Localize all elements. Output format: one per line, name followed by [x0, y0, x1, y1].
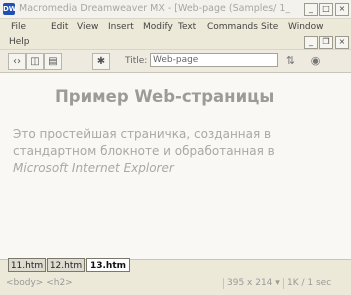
tab-11-htm[interactable]: 11.htm — [8, 258, 46, 272]
tab-13-htm[interactable]: 13.htm * — [86, 258, 130, 285]
document-tabs: 11.htm 12.htm 13.htm * — [0, 258, 351, 285]
doc-close-button[interactable]: × — [335, 36, 349, 49]
doc-restore-button[interactable]: ❐ — [319, 36, 333, 49]
menu-window[interactable]: Window — [288, 22, 324, 33]
file-management-icon[interactable]: ⇅ — [283, 54, 298, 68]
tab-12-htm[interactable]: 12.htm — [47, 258, 85, 272]
menu-site[interactable]: Site — [261, 22, 278, 33]
live-data-icon[interactable]: ✱ — [92, 53, 110, 70]
menu-help[interactable]: Help — [9, 37, 30, 48]
document-toolbar: ‹› ◫ ▤ ✱ Title: ⇅ ◉ — [0, 49, 351, 73]
menu-view[interactable]: View — [77, 22, 98, 33]
split-view-icon[interactable]: ◫ — [26, 53, 44, 70]
menu-text[interactable]: Text — [178, 22, 196, 33]
page-paragraph: Это простейшая страничка, созданная в ст… — [13, 126, 333, 177]
window-title: Macromedia Dreamweaver MX - [Web-page (S… — [19, 3, 291, 14]
page-title-input[interactable] — [150, 53, 278, 67]
tag-selector[interactable]: <body> <h2> — [6, 278, 73, 288]
menu-commands[interactable]: Commands — [207, 22, 258, 33]
dreamweaver-icon: DW — [3, 3, 17, 15]
paragraph-italic-text: Microsoft Internet Explorer — [13, 161, 174, 175]
maximize-button[interactable]: □ — [319, 3, 333, 16]
download-stats: 1K / 1 sec — [287, 278, 332, 288]
menu-insert[interactable]: Insert — [108, 22, 134, 33]
page-heading: Пример Web-страницы — [55, 87, 275, 106]
design-view[interactable]: Пример Web-страницы Это простейшая стран… — [0, 72, 351, 260]
window-size-readout[interactable]: 395 x 214 ▾ — [227, 278, 280, 288]
close-button[interactable]: × — [335, 3, 349, 16]
paragraph-text: Это простейшая страничка, созданная в ст… — [13, 127, 275, 158]
menu-edit[interactable]: Edit — [51, 22, 68, 33]
doc-minimize-button[interactable]: _ — [304, 36, 318, 49]
menu-bar: File Edit View Insert Modify Text Comman… — [0, 18, 351, 49]
status-divider — [283, 278, 284, 289]
title-label: Title: — [125, 56, 148, 66]
code-view-icon[interactable]: ‹› — [8, 53, 26, 70]
window-titlebar: DW Macromedia Dreamweaver MX - [Web-page… — [0, 0, 351, 19]
preview-icon[interactable]: ◉ — [308, 54, 323, 68]
menu-file[interactable]: File — [11, 22, 26, 33]
design-view-icon[interactable]: ▤ — [44, 53, 62, 70]
minimize-button[interactable]: _ — [304, 3, 318, 16]
status-divider — [223, 278, 224, 289]
status-bar: <body> <h2> 395 x 214 ▾ 1K / 1 sec — [0, 274, 351, 295]
menu-modify[interactable]: Modify — [143, 22, 173, 33]
